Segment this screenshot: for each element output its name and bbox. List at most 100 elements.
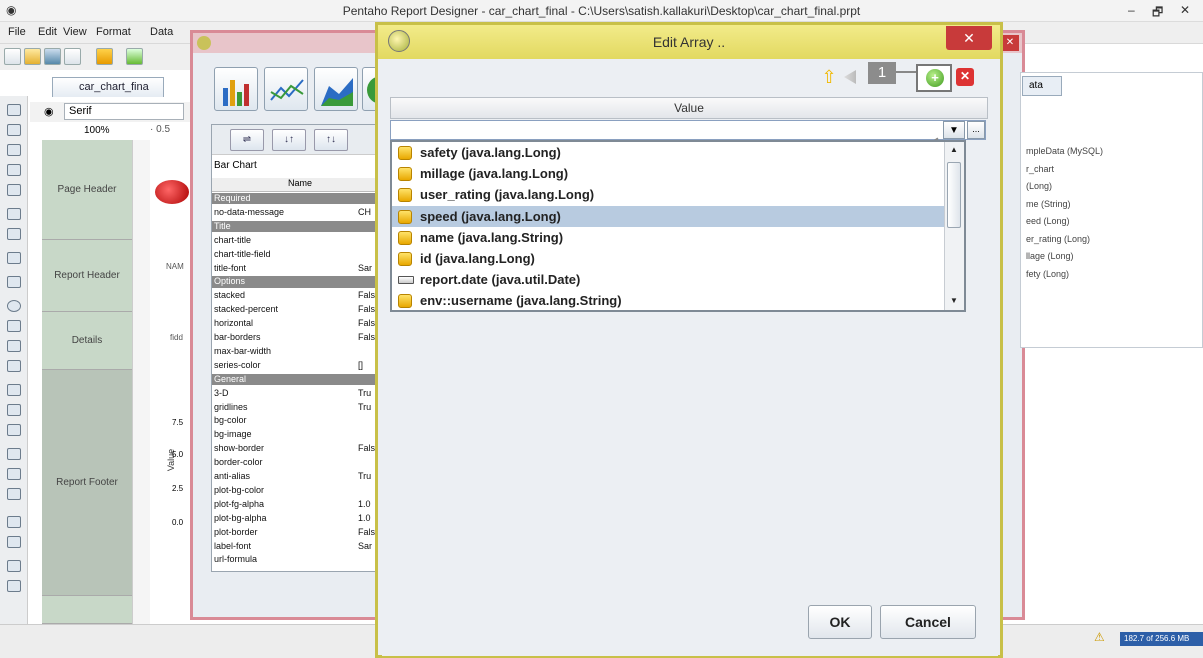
survey-scale-tool-icon[interactable] <box>7 384 21 396</box>
property-value[interactable]: Fals <box>358 527 375 538</box>
property-value[interactable]: Sar <box>358 263 372 274</box>
index-tool-icon[interactable] <box>7 580 21 592</box>
line-chart-type-icon[interactable] <box>264 67 308 111</box>
bar-sparkline-tool-icon[interactable] <box>7 448 21 460</box>
report-canvas[interactable] <box>150 140 190 624</box>
line-sparkline-tool-icon[interactable] <box>7 468 21 480</box>
table-of-contents-tool-icon[interactable] <box>7 560 21 572</box>
text-field-tool-icon[interactable] <box>7 124 21 136</box>
property-row[interactable]: stacked Fals <box>212 290 388 301</box>
scroll-thumb[interactable] <box>947 162 961 228</box>
band-report-footer[interactable]: Report Footer <box>42 370 132 596</box>
details-field[interactable]: fidd <box>170 333 183 342</box>
property-row[interactable]: stacked-percent Fals <box>212 304 388 315</box>
property-row[interactable]: plot-bg-color <box>212 485 388 496</box>
resource-field-tool-icon[interactable] <box>7 228 21 240</box>
run-icon[interactable] <box>126 48 143 65</box>
property-row[interactable]: chart-title <box>212 235 388 246</box>
bar-chart-type-icon[interactable] <box>214 67 258 111</box>
property-section-header[interactable]: General <box>212 373 388 385</box>
property-value[interactable]: Fals <box>358 290 375 301</box>
open-icon[interactable] <box>24 48 41 65</box>
data-tree-item[interactable]: llage (Long) <box>1026 251 1074 261</box>
font-family-select[interactable]: Serif <box>64 103 184 120</box>
property-row[interactable]: anti-alias Tru <box>212 471 388 482</box>
number-field-tool-icon[interactable] <box>7 144 21 156</box>
tab-data[interactable]: ata <box>1022 76 1062 96</box>
rectangle-tool-icon[interactable] <box>7 320 21 332</box>
dialog-close-button[interactable]: ✕ <box>946 26 992 50</box>
image-field-tool-icon[interactable] <box>7 276 21 288</box>
property-value[interactable]: [] <box>358 360 363 371</box>
scroll-down-icon[interactable]: ▼ <box>945 294 963 308</box>
categorized-view-button[interactable]: ⇌ <box>230 129 264 151</box>
property-row[interactable]: chart-title-field <box>212 249 388 260</box>
property-value[interactable]: Tru <box>358 402 371 413</box>
property-row[interactable]: bar-borders Fals <box>212 332 388 343</box>
minimize-button[interactable]: – <box>1128 3 1135 17</box>
zoom-level[interactable]: 100% <box>84 125 110 136</box>
field-option[interactable]: report.date (java.util.Date) <box>392 269 944 290</box>
data-tree-item[interactable]: mpleData (MySQL) <box>1026 146 1103 156</box>
ellipsis-button[interactable]: ... <box>967 121 985 139</box>
property-row[interactable]: 3-D Tru <box>212 388 388 399</box>
property-value[interactable]: Fals <box>358 304 375 315</box>
property-row[interactable]: plot-border Fals <box>212 527 388 538</box>
field-option[interactable]: millage (java.lang.Long) <box>392 163 944 184</box>
property-value[interactable]: Tru <box>358 388 371 399</box>
band-page-footer[interactable] <box>42 596 132 624</box>
image-tool-icon[interactable] <box>7 252 21 264</box>
property-row[interactable]: max-bar-width <box>212 346 388 357</box>
band-report-header[interactable]: Report Header <box>42 240 132 312</box>
property-value[interactable]: Fals <box>358 332 375 343</box>
sort-descending-button[interactable]: ↑↓ <box>314 129 348 151</box>
menu-data[interactable]: Data <box>150 26 173 38</box>
label-tool-icon[interactable] <box>7 104 21 116</box>
band-page-header[interactable]: Page Header <box>42 140 132 240</box>
field-option[interactable]: safety (java.lang.Long) <box>392 142 944 163</box>
data-tree-item[interactable]: r_chart <box>1026 164 1054 174</box>
combo-dropdown-button[interactable]: ▼ <box>943 121 965 139</box>
data-tree-item[interactable]: (Long) <box>1026 181 1052 191</box>
property-section-header[interactable]: Required <box>212 193 388 205</box>
simple-barcodes-tool-icon[interactable] <box>7 424 21 436</box>
property-section-header[interactable]: Title <box>212 220 388 233</box>
report-header-field[interactable]: NAM <box>166 262 184 271</box>
save-icon[interactable] <box>44 48 61 65</box>
publish-icon[interactable] <box>64 48 81 65</box>
property-value[interactable]: Sar <box>358 541 372 552</box>
add-element-button[interactable]: + <box>916 64 952 92</box>
field-option[interactable]: id (java.lang.Long) <box>392 248 944 269</box>
document-tab[interactable]: car_chart_fina <box>52 77 164 97</box>
vertical-line-tool-icon[interactable] <box>7 360 21 372</box>
eye-icon[interactable]: ◉ <box>44 105 54 118</box>
property-section-header[interactable]: Options <box>212 276 388 288</box>
field-option[interactable]: env::username (java.lang.String) <box>392 290 944 311</box>
property-row[interactable]: bg-color <box>212 415 388 426</box>
menu-file[interactable]: File <box>8 26 26 38</box>
property-value[interactable]: Fals <box>358 318 375 329</box>
restore-button[interactable]: 🗗 <box>1152 3 1163 24</box>
property-row[interactable]: plot-bg-alpha 1.0 <box>212 513 388 524</box>
property-row[interactable]: url-formula <box>212 554 388 565</box>
field-option[interactable]: name (java.lang.String) <box>392 227 944 248</box>
menu-view[interactable]: View <box>63 26 87 38</box>
menu-format[interactable]: Format <box>96 26 131 38</box>
pie-sparkline-tool-icon[interactable] <box>7 488 21 500</box>
memory-indicator[interactable]: 182.7 of 256.6 MB <box>1120 632 1203 646</box>
warning-icon[interactable]: ⚠ <box>1094 630 1105 644</box>
close-window-button[interactable]: ✕ <box>1180 3 1190 17</box>
band-details[interactable]: Details <box>42 312 132 370</box>
property-row[interactable]: series-color [] <box>212 360 388 371</box>
data-source-icon[interactable] <box>96 48 113 65</box>
property-row[interactable]: border-color <box>212 457 388 468</box>
scroll-up-icon[interactable]: ▲ <box>945 143 963 157</box>
value-column-header[interactable]: Value <box>390 97 988 119</box>
ellipse-tool-icon[interactable] <box>7 300 21 312</box>
property-row[interactable]: no-data-message CH <box>212 207 388 218</box>
cancel-button[interactable]: Cancel <box>880 605 976 639</box>
property-row[interactable]: title-font Sar <box>212 263 388 274</box>
property-value[interactable]: 1.0 <box>358 513 371 524</box>
new-icon[interactable] <box>4 48 21 65</box>
ok-button[interactable]: OK <box>808 605 872 639</box>
